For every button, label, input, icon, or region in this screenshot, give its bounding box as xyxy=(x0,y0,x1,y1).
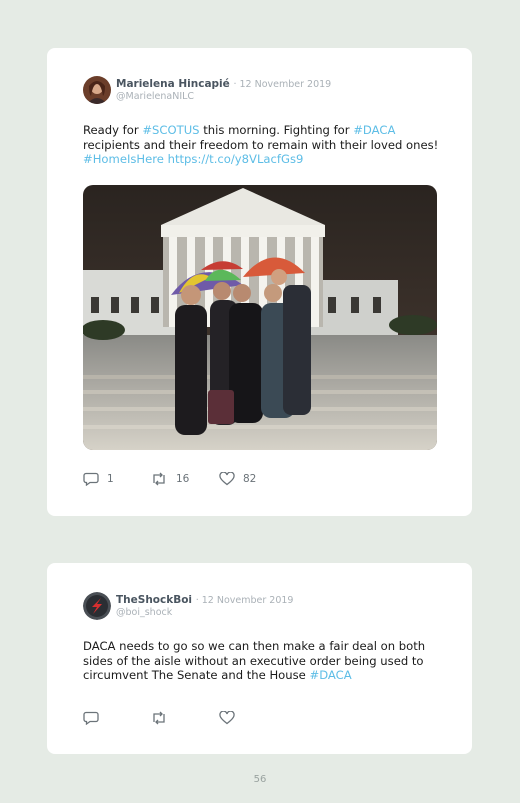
hashtag-link[interactable]: #SCOTUS xyxy=(142,123,199,137)
like-button[interactable] xyxy=(219,711,235,725)
hashtag-link[interactable]: #HomeIsHere xyxy=(83,152,164,166)
heart-icon xyxy=(219,711,235,725)
retweet-button[interactable] xyxy=(150,711,168,725)
author-name[interactable]: TheShockBoi · 12 November 2019 xyxy=(116,594,293,606)
tweet-date: · 12 November 2019 xyxy=(195,595,294,606)
heart-icon xyxy=(219,472,235,486)
retweet-icon xyxy=(150,472,168,486)
author-name[interactable]: Marielena Hincapié · 12 November 2019 xyxy=(116,78,331,90)
retweet-count: 16 xyxy=(176,473,190,485)
retweet-icon xyxy=(150,711,168,725)
tweet-text: Ready for #SCOTUS this morning. Fighting… xyxy=(83,123,439,166)
reply-button[interactable] xyxy=(83,711,99,725)
avatar[interactable] xyxy=(83,592,111,620)
author-handle[interactable]: @boi_shock xyxy=(116,607,172,618)
like-count: 82 xyxy=(243,473,257,485)
avatar[interactable] xyxy=(83,76,111,104)
like-button[interactable]: 82 xyxy=(219,472,256,486)
reply-icon xyxy=(83,472,99,486)
reply-count: 1 xyxy=(107,473,114,485)
page-number: 56 xyxy=(253,774,267,785)
url-link[interactable]: https://t.co/y8VLacfGs9 xyxy=(164,152,304,166)
hashtag-link[interactable]: #DACA xyxy=(309,668,351,682)
hashtag-link[interactable]: #DACA xyxy=(353,123,395,137)
tweet-photo[interactable] xyxy=(83,185,437,450)
tweet-actions xyxy=(83,711,283,727)
reply-icon xyxy=(83,711,99,725)
tweet-card: TheShockBoi · 12 November 2019 @boi_shoc… xyxy=(47,563,472,754)
tweet-date: · 12 November 2019 xyxy=(233,79,332,90)
tweet-actions: 1 16 82 xyxy=(83,472,283,488)
tweet-text: DACA needs to go so we can then make a f… xyxy=(83,639,426,682)
tweet-card: Marielena Hincapié · 12 November 2019 @M… xyxy=(47,48,472,516)
reply-button[interactable]: 1 xyxy=(83,472,114,486)
author-handle[interactable]: @MarielenaNILC xyxy=(116,91,194,102)
retweet-button[interactable]: 16 xyxy=(150,472,189,486)
